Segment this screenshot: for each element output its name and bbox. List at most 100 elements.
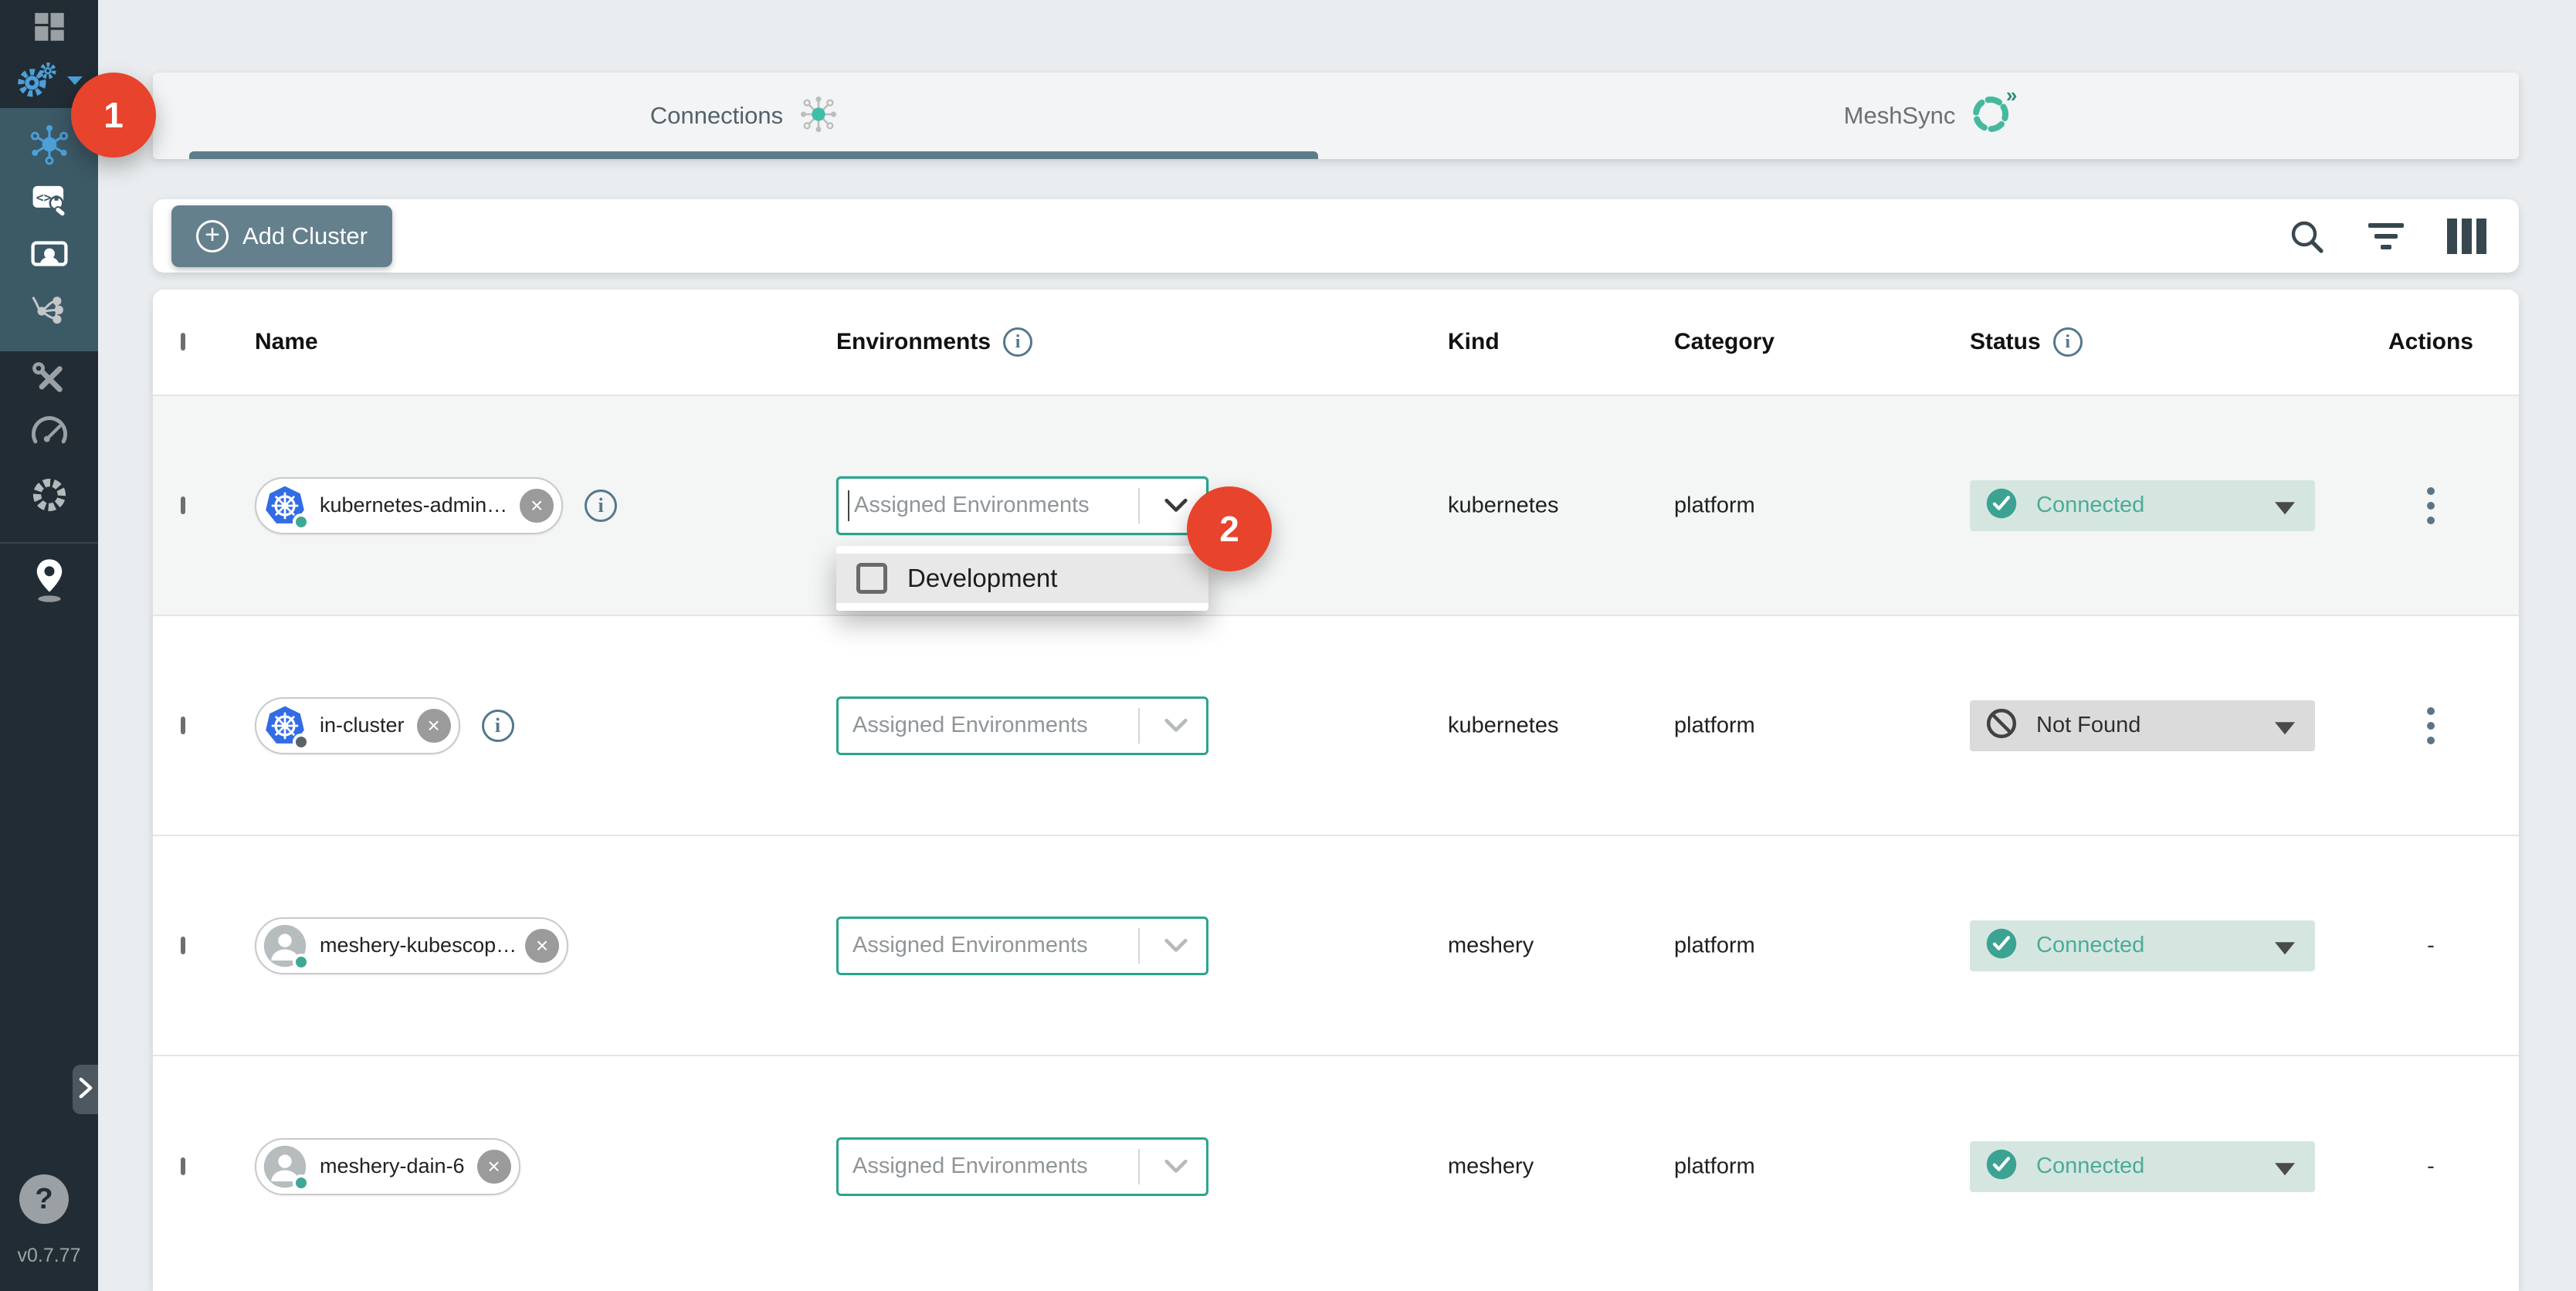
chevron-down-icon[interactable] [1164, 718, 1188, 734]
connections-hub-icon [798, 94, 839, 138]
environments-placeholder: Assigned Environments [852, 1154, 1088, 1179]
table-row: kubernetes-admin… × i Assigned Environme… [153, 396, 2519, 616]
status-label: Connected [2036, 933, 2144, 958]
environments-select[interactable]: Assigned Environments [836, 917, 1208, 975]
chevron-down-icon[interactable] [1164, 498, 1188, 513]
meshery-avatar-icon [263, 1144, 307, 1189]
meshsync-spinner-icon: » [1971, 94, 2011, 138]
row-checkbox[interactable] [181, 496, 185, 514]
sidebar-expand-button[interactable] [73, 1065, 98, 1114]
sidebar-item-performance[interactable] [0, 414, 98, 457]
environments-dropdown-menu: Development [836, 546, 1208, 611]
text-cursor [848, 490, 849, 521]
sidebar-item-configuration[interactable] [0, 359, 98, 402]
select-divider [1138, 708, 1140, 744]
connection-chip[interactable]: meshery-dain-6 × [255, 1138, 520, 1195]
table-row: meshery-kubescop… × Assigned Environment… [153, 836, 2519, 1056]
row-actions-menu-icon[interactable] [2422, 703, 2439, 749]
kubernetes-icon [263, 483, 307, 528]
select-divider [1138, 488, 1140, 524]
status-label: Connected [2036, 493, 2144, 518]
sidebar-item-dashboard[interactable] [0, 8, 98, 48]
tab-meshsync-label: MeshSync [1844, 102, 1956, 130]
environments-info-icon[interactable]: i [1003, 327, 1032, 357]
status-dropdown[interactable]: Connected [1970, 480, 2315, 531]
environment-option-development[interactable]: Development [836, 554, 1208, 603]
environments-placeholder: Assigned Environments [852, 933, 1088, 958]
gears-icon [15, 59, 59, 106]
chevron-down-icon[interactable] [1164, 938, 1188, 954]
check-circle-icon [1985, 1148, 2018, 1184]
help-icon[interactable]: ? [19, 1174, 69, 1224]
environments-select[interactable]: Assigned Environments [836, 476, 1208, 535]
header-status: Status [1970, 329, 2041, 355]
row-checkbox[interactable] [181, 717, 185, 734]
header-kind: Kind [1448, 329, 1500, 355]
row-checkbox[interactable] [181, 937, 185, 954]
connection-chip[interactable]: kubernetes-admin… × [255, 477, 563, 534]
close-icon[interactable]: × [525, 929, 559, 963]
dashboard-grid-icon [30, 7, 69, 49]
environments-select[interactable]: Assigned Environments [836, 696, 1208, 755]
caret-down-icon [2275, 502, 2295, 514]
connection-chip[interactable]: meshery-kubescop… × [255, 917, 568, 974]
row-actions-menu-icon[interactable] [2422, 483, 2439, 529]
category-value: platform [1674, 713, 1755, 738]
tab-meshsync[interactable]: MeshSync » [1336, 73, 2519, 159]
location-pin-icon [29, 557, 69, 608]
status-label: Not Found [2036, 713, 2140, 738]
environments-select[interactable]: Assigned Environments [836, 1137, 1208, 1196]
meshery-avatar-icon [263, 923, 307, 968]
caret-down-icon [2275, 1163, 2295, 1175]
connection-status-dot [293, 513, 310, 530]
status-dropdown[interactable]: Connected [1970, 920, 2315, 971]
sidebar-item-adapters[interactable]: <> [28, 178, 71, 225]
kind-value: kubernetes [1448, 493, 1559, 518]
meshsync-chevrons: » [2006, 83, 2017, 107]
kind-value: meshery [1448, 933, 1534, 958]
connection-chip[interactable]: in-cluster × [255, 697, 460, 754]
close-icon[interactable]: × [520, 489, 554, 523]
row-checkbox[interactable] [181, 1157, 185, 1175]
category-value: platform [1674, 1154, 1755, 1179]
view-columns-icon[interactable] [2447, 219, 2486, 254]
sidebar-item-extensions[interactable] [0, 475, 98, 518]
search-icon[interactable] [2288, 218, 2325, 255]
app-version: v0.7.77 [0, 1245, 98, 1267]
header-actions: Actions [2384, 329, 2477, 355]
status-info-icon[interactable]: i [2053, 327, 2083, 357]
connection-info-icon[interactable]: i [585, 490, 617, 522]
option-checkbox[interactable] [856, 563, 887, 594]
row-actions-empty: - [2427, 933, 2435, 958]
tab-bar: Connections MeshSync » [153, 73, 2519, 159]
tab-connections[interactable]: Connections [153, 73, 1336, 159]
speedometer-icon [28, 412, 71, 459]
sidebar-item-service-mesh[interactable] [28, 290, 71, 337]
header-environments: Environments [836, 329, 991, 355]
header-name: Name [255, 329, 318, 355]
connection-name: meshery-dain-6 [320, 1154, 465, 1178]
active-tab-indicator [189, 151, 1318, 159]
connection-status-dot [293, 1174, 310, 1191]
table-row: in-cluster × i Assigned Environments kub… [153, 616, 2519, 836]
sidebar-item-catalog[interactable] [0, 557, 98, 607]
sidebar-item-workloads[interactable] [28, 234, 71, 281]
add-cluster-button[interactable]: + Add Cluster [171, 205, 392, 267]
caret-down-icon [2275, 942, 2295, 954]
header-category: Category [1674, 329, 1774, 355]
crossed-tools-icon [29, 358, 70, 404]
close-icon[interactable]: × [417, 709, 451, 743]
connection-info-icon[interactable]: i [482, 710, 514, 742]
chevron-down-icon[interactable] [1164, 1159, 1188, 1174]
tab-connections-label: Connections [650, 102, 783, 130]
kind-value: kubernetes [1448, 713, 1559, 738]
filter-icon[interactable] [2368, 223, 2404, 249]
status-dropdown[interactable]: Not Found [1970, 700, 2315, 751]
connection-name: kubernetes-admin… [320, 493, 507, 517]
status-dropdown[interactable]: Connected [1970, 1141, 2315, 1192]
select-all-checkbox[interactable] [181, 333, 185, 351]
close-icon[interactable]: × [477, 1150, 511, 1184]
check-circle-icon [1985, 927, 2018, 964]
sidebar-item-connections[interactable] [28, 123, 71, 170]
caret-down-icon [2275, 722, 2295, 734]
